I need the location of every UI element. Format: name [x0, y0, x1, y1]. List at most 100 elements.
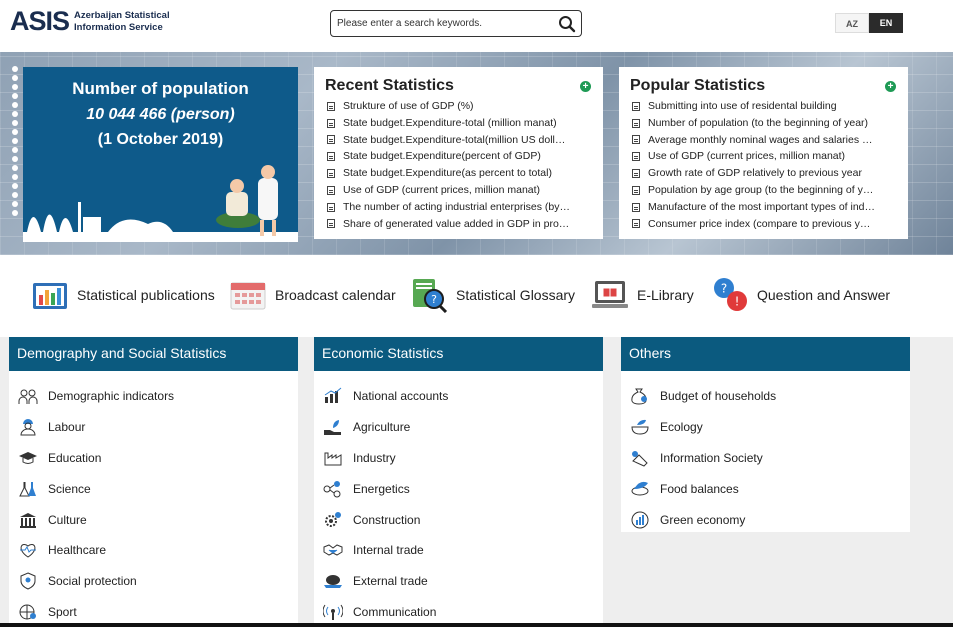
popular-statistics-title: Popular Statistics	[630, 77, 766, 94]
quick-link-calendar[interactable]: Broadcast calendar	[229, 277, 396, 313]
demography-column: Demography and Social Statistics Demogra…	[9, 337, 298, 627]
language-switcher: AZ EN	[835, 13, 903, 33]
category-item[interactable]: Budget of households	[621, 381, 910, 412]
category-item[interactable]: Energetics	[314, 473, 603, 504]
category-item[interactable]: Construction	[314, 504, 603, 535]
city-skyline-illustration	[23, 165, 298, 242]
quick-link-elibrary[interactable]: E-Library	[591, 277, 694, 313]
demography-header[interactable]: Demography and Social Statistics	[9, 337, 298, 371]
list-item[interactable]: Submitting into use of residental buildi…	[630, 98, 908, 115]
handshake-icon	[323, 541, 343, 559]
search-box	[330, 10, 582, 37]
category-section: Demography and Social Statistics Demogra…	[0, 337, 953, 627]
list-item[interactable]: Population by age group (to the beginnin…	[630, 182, 908, 199]
category-item[interactable]: Culture	[9, 504, 298, 535]
document-icon	[327, 185, 335, 195]
economic-column: Economic Statistics National accounts Ag…	[314, 337, 603, 627]
search-input[interactable]	[331, 11, 546, 36]
quick-link-label: Broadcast calendar	[275, 287, 396, 303]
heartbeat-icon	[18, 541, 38, 559]
popular-more-icon[interactable]: +	[885, 81, 896, 92]
glossary-magnifier-icon: ?	[413, 279, 448, 313]
category-item[interactable]: Science	[9, 473, 298, 504]
others-header[interactable]: Others	[621, 337, 910, 371]
category-item[interactable]: Green economy	[621, 504, 910, 535]
bar-chart-icon	[323, 387, 343, 405]
document-icon	[632, 118, 640, 128]
document-icon	[327, 202, 335, 212]
category-item[interactable]: Information Society	[621, 443, 910, 474]
list-item[interactable]: State budget.Expenditure-total (million …	[325, 115, 603, 132]
others-column: Others Budget of households Ecology Info…	[621, 337, 910, 532]
lang-en-button[interactable]: EN	[869, 13, 903, 33]
list-item[interactable]: Number of population (to the beginning o…	[630, 115, 908, 132]
list-item[interactable]: Manufacture of the most important types …	[630, 199, 908, 216]
quick-links: Statistical publications Broadcast calen…	[0, 255, 953, 337]
category-item[interactable]: Agriculture	[314, 412, 603, 443]
slider-dots[interactable]	[12, 66, 18, 216]
logo-line-2: Information Service	[74, 21, 163, 33]
category-item[interactable]: Ecology	[621, 412, 910, 443]
document-icon	[327, 118, 335, 128]
category-item[interactable]: Demographic indicators	[9, 381, 298, 412]
factory-icon	[323, 449, 343, 467]
quick-link-label: Statistical Glossary	[456, 287, 576, 303]
quick-link-glossary[interactable]: ? Statistical Glossary	[410, 277, 575, 313]
document-icon	[327, 101, 335, 111]
money-bag-icon	[630, 387, 650, 405]
document-icon	[327, 169, 335, 179]
list-item[interactable]: State budget.Expenditure(percent of GDP)	[325, 148, 603, 165]
flask-icon	[18, 480, 38, 498]
list-item[interactable]: Consumer price index (compare to previou…	[630, 216, 908, 233]
list-item[interactable]: State budget.Expenditure-total(million U…	[325, 132, 603, 149]
category-item[interactable]: Food balances	[621, 473, 910, 504]
document-icon	[632, 135, 640, 145]
document-icon	[632, 101, 640, 111]
category-item[interactable]: Labour	[9, 412, 298, 443]
list-item[interactable]: State budget.Expenditure(as percent to t…	[325, 165, 603, 182]
category-item[interactable]: Internal trade	[314, 535, 603, 566]
list-item[interactable]: Growth rate of GDP relatively to previou…	[630, 165, 908, 182]
category-item[interactable]: National accounts	[314, 381, 603, 412]
population-date: (1 October 2019)	[97, 131, 224, 148]
list-item[interactable]: Use of GDP (current prices, million mana…	[630, 148, 908, 165]
lang-az-button[interactable]: AZ	[835, 13, 869, 33]
list-item[interactable]: Average monthly nominal wages and salari…	[630, 132, 908, 149]
category-item[interactable]: Industry	[314, 443, 603, 474]
document-icon	[327, 152, 335, 162]
population-value: 10 044 466 (person)	[86, 106, 235, 123]
calendar-icon	[230, 282, 266, 310]
category-item[interactable]: Healthcare	[9, 535, 298, 566]
list-item[interactable]: The number of acting industrial enterpri…	[325, 199, 603, 216]
bar-chart-book-icon	[33, 283, 67, 309]
people-group-icon	[18, 387, 38, 405]
popular-statistics-panel: Popular Statistics + Submitting into use…	[619, 67, 908, 239]
popular-statistics-list: Submitting into use of residental buildi…	[630, 98, 908, 232]
quick-link-qa[interactable]: ? ! Question and Answer	[711, 277, 890, 313]
quick-link-label: E-Library	[637, 287, 694, 303]
recent-more-icon[interactable]: +	[580, 81, 591, 92]
bottom-border	[0, 623, 953, 627]
logo-mark: ASIS	[10, 6, 70, 36]
population-card[interactable]: Number of population 10 044 466 (person)…	[23, 67, 298, 242]
category-item[interactable]: Social protection	[9, 566, 298, 597]
search-icon[interactable]	[558, 15, 576, 33]
header: ASIS Azerbaijan Statistical Information …	[0, 0, 953, 52]
quick-link-publications[interactable]: Statistical publications	[31, 277, 215, 313]
list-item[interactable]: Share of generated value added in GDP in…	[325, 216, 603, 233]
document-icon	[632, 169, 640, 179]
category-item[interactable]: External trade	[314, 566, 603, 597]
category-item[interactable]: Education	[9, 443, 298, 474]
energy-network-icon	[323, 480, 343, 498]
ship-icon	[323, 572, 343, 590]
list-item[interactable]: Strukture of use of GDP (%)	[325, 98, 603, 115]
leaf-bowl-icon	[630, 418, 650, 436]
document-icon	[327, 135, 335, 145]
list-item[interactable]: Use of GDP (current prices, million mana…	[325, 182, 603, 199]
economic-header[interactable]: Economic Statistics	[314, 337, 603, 371]
hero-banner: Number of population 10 044 466 (person)…	[0, 52, 953, 255]
svg-text:?: ?	[721, 282, 727, 296]
logo[interactable]: ASIS Azerbaijan Statistical Information …	[10, 8, 170, 35]
graduation-cap-icon	[18, 449, 38, 467]
document-icon	[632, 202, 640, 212]
